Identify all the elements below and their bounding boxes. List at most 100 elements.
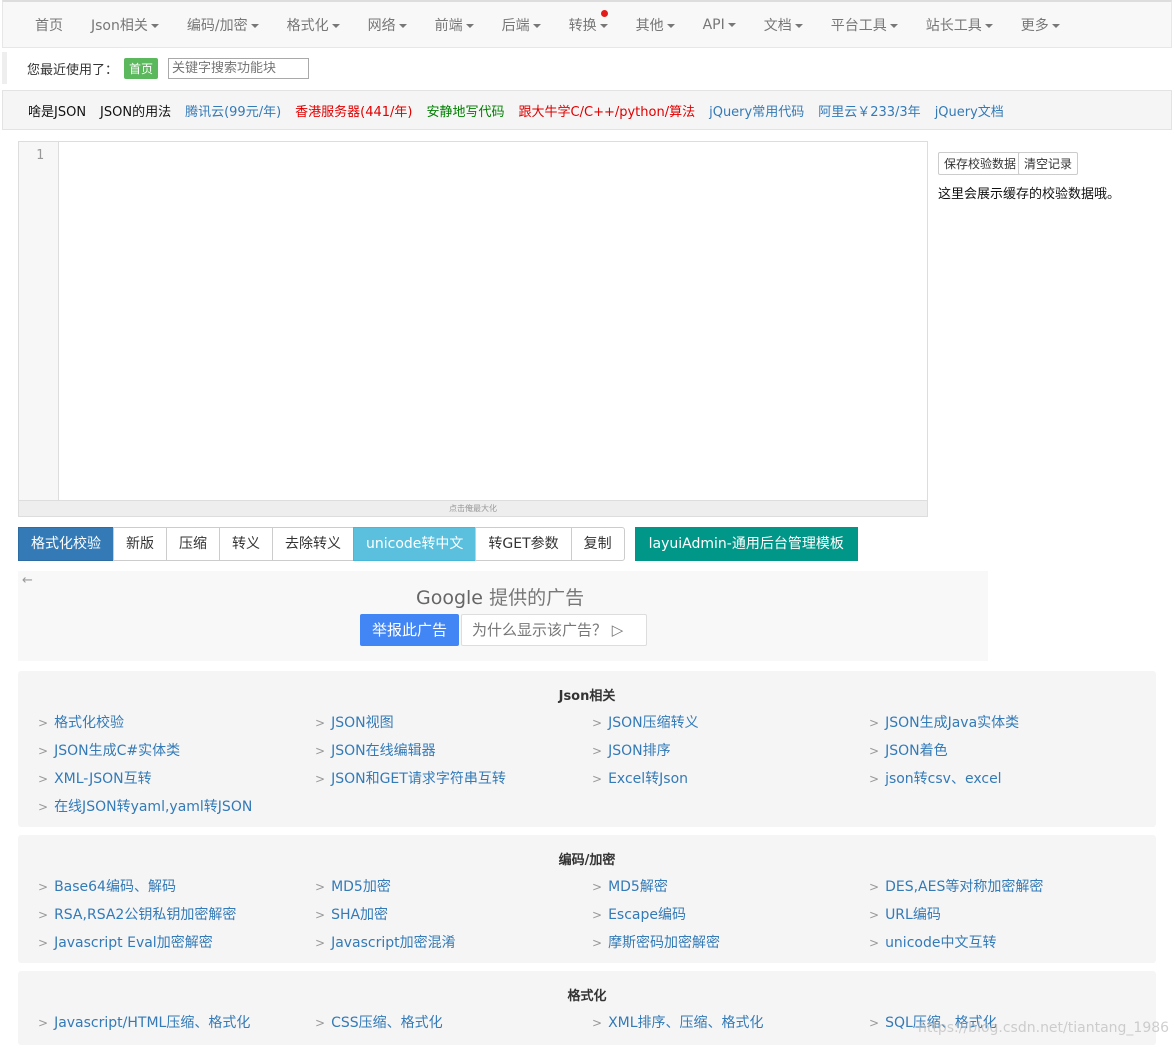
nav-item-label: 前端 (434, 18, 463, 34)
tool-link[interactable]: Escape编码 (608, 907, 686, 923)
chevron-right-icon: > (869, 744, 880, 758)
tool-link[interactable]: JSON在线编辑器 (331, 743, 436, 759)
why-this-ad-label: 为什么显示该广告？ (472, 621, 608, 639)
quick-link[interactable]: 香港服务器(441/年) (295, 101, 412, 120)
function-search-input[interactable] (168, 57, 310, 79)
section-title: 格式化 (567, 989, 607, 1004)
tool-link[interactable]: URL编码 (885, 907, 941, 923)
tool-link[interactable]: RSA,RSA2公钥私钥加密解密 (54, 907, 236, 923)
maximize-hint[interactable]: 点击俺最大化 (19, 500, 927, 516)
nav-item-11[interactable]: 平台工具 (817, 15, 912, 35)
section-title: 编码/加密 (558, 853, 616, 868)
nav-item-9[interactable]: API (689, 17, 750, 33)
quick-link[interactable]: 啥是JSON (28, 101, 86, 120)
clear-records-button[interactable]: 清空记录 (1018, 152, 1079, 175)
quick-link[interactable]: jQuery文档 (935, 101, 1004, 120)
caret-down-icon (150, 24, 159, 28)
quick-link[interactable]: 跟大牛学C/C++/python/算法 (519, 101, 696, 120)
caret-down-icon (532, 24, 541, 28)
nav-item-6[interactable]: 后端 (488, 15, 555, 35)
nav-item-label: 后端 (501, 18, 530, 34)
tool-item: > JSON生成C#实体类 (38, 737, 315, 765)
toolbar-button-7[interactable]: 复制 (570, 527, 625, 561)
nav-item-5[interactable]: 前端 (421, 15, 488, 35)
toolbar-button-0[interactable]: 格式化校验 (18, 527, 114, 561)
tool-link[interactable]: MD5解密 (608, 879, 668, 895)
caret-down-icon (666, 24, 675, 28)
tool-item: > DES,AES等对称加密解密 (869, 873, 1146, 901)
toolbar-button-4[interactable]: 去除转义 (272, 527, 354, 561)
toolbar-button-2[interactable]: 压缩 (166, 527, 220, 561)
toolbar-button-6[interactable]: 转GET参数 (475, 527, 572, 561)
chevron-right-icon: > (315, 744, 326, 758)
chevron-right-icon: > (869, 716, 880, 730)
json-editor[interactable]: 1 点击俺最大化 (18, 141, 928, 517)
tool-link[interactable]: unicode中文互转 (885, 935, 996, 951)
nav-item-4[interactable]: 网络 (354, 15, 421, 35)
nav-item-label: 其他 (635, 18, 664, 34)
tool-link[interactable]: JSON生成C#实体类 (54, 743, 180, 759)
tool-link[interactable]: json转csv、excel (885, 771, 1002, 787)
recent-bar: 您最近使用了： 首页 (2, 52, 1172, 84)
tool-link[interactable]: CSS压缩、格式化 (331, 1015, 443, 1031)
tool-link[interactable]: Javascript Eval加密解密 (54, 935, 213, 951)
toolbar-button-3[interactable]: 转义 (219, 527, 273, 561)
nav-item-label: 转换 (568, 18, 597, 34)
watermark: https://blog.csdn.net/tiantang_1986 (918, 1020, 1170, 1036)
quick-link[interactable]: JSON的用法 (100, 101, 171, 120)
tool-link[interactable]: JSON视图 (331, 715, 394, 731)
why-this-ad-button[interactable]: 为什么显示该广告？ ▷ (461, 614, 647, 646)
caret-down-icon (727, 23, 736, 27)
tool-item: > 在线JSON转yaml,yaml转JSON (38, 793, 315, 821)
nav-item-7[interactable]: 转换 (555, 10, 622, 35)
toolbar-button-1[interactable]: 新版 (113, 527, 167, 561)
quick-link[interactable]: 阿里云￥233/3年 (818, 101, 920, 120)
quick-link[interactable]: jQuery常用代码 (709, 101, 804, 120)
tool-link[interactable]: JSON排序 (608, 743, 671, 759)
tool-link[interactable]: Javascript/HTML压缩、格式化 (54, 1015, 250, 1031)
caret-down-icon (398, 24, 407, 28)
nav-item-3[interactable]: 格式化 (273, 15, 354, 35)
tool-link[interactable]: JSON生成Java实体类 (885, 715, 1019, 731)
tool-link[interactable]: JSON和GET请求字符串互转 (331, 771, 506, 787)
tool-link[interactable]: XML-JSON互转 (54, 771, 152, 787)
tool-link[interactable]: MD5加密 (331, 879, 391, 895)
nav-item-2[interactable]: 编码/加密 (173, 15, 273, 35)
quick-link[interactable]: 安静地写代码 (427, 101, 505, 120)
nav-item-8[interactable]: 其他 (622, 15, 689, 35)
tool-link[interactable]: Javascript加密混淆 (331, 935, 456, 951)
tool-link[interactable]: 摩斯密码加密解密 (608, 935, 720, 951)
chevron-right-icon: > (869, 772, 880, 786)
report-ad-button[interactable]: 举报此广告 (360, 614, 459, 646)
chevron-right-icon: > (592, 1016, 603, 1030)
tool-link[interactable]: JSON着色 (885, 743, 948, 759)
nav-item-10[interactable]: 文档 (750, 15, 817, 35)
quick-links-bar: 啥是JSON JSON的用法 腾讯云(99元/年) 香港服务器(441/年) 安静地写代… (2, 90, 1172, 130)
tool-item: > URL编码 (869, 901, 1146, 929)
tool-item: > Javascript加密混淆 (315, 929, 592, 957)
tool-link[interactable]: JSON压缩转义 (608, 715, 699, 731)
tool-item: > JSON压缩转义 (592, 709, 869, 737)
quick-link[interactable]: 腾讯云(99元/年) (185, 101, 281, 120)
nav-item-12[interactable]: 站长工具 (912, 15, 1007, 35)
tool-link[interactable]: Excel转Json (608, 771, 688, 787)
tool-item: > unicode中文互转 (869, 929, 1146, 957)
nav-item-13[interactable]: 更多 (1007, 15, 1074, 35)
recent-home-tag[interactable]: 首页 (124, 57, 159, 79)
tool-item: > 格式化校验 (38, 709, 315, 737)
tool-link[interactable]: 在线JSON转yaml,yaml转JSON (54, 799, 252, 815)
tool-link[interactable]: DES,AES等对称加密解密 (885, 879, 1043, 895)
tool-link[interactable]: 格式化校验 (54, 715, 124, 731)
back-arrow-icon[interactable]: ← (22, 573, 33, 588)
tool-link[interactable]: SHA加密 (331, 907, 388, 923)
toolbar-button-5[interactable]: unicode转中文 (353, 527, 477, 561)
tool-item: > Javascript Eval加密解密 (38, 929, 315, 957)
chevron-right-icon: > (38, 772, 49, 786)
save-check-data-button[interactable]: 保存校验数据 (938, 152, 1023, 175)
tool-link[interactable]: XML排序、压缩、格式化 (608, 1015, 763, 1031)
tool-link[interactable]: Base64编码、解码 (54, 879, 176, 895)
nav-item-1[interactable]: Json相关 (77, 15, 173, 35)
nav-item-0[interactable]: 首页 (21, 15, 77, 35)
tool-item: > MD5加密 (315, 873, 592, 901)
layuiadmin-promo-button[interactable]: layuiAdmin-通用后台管理模板 (634, 527, 858, 561)
